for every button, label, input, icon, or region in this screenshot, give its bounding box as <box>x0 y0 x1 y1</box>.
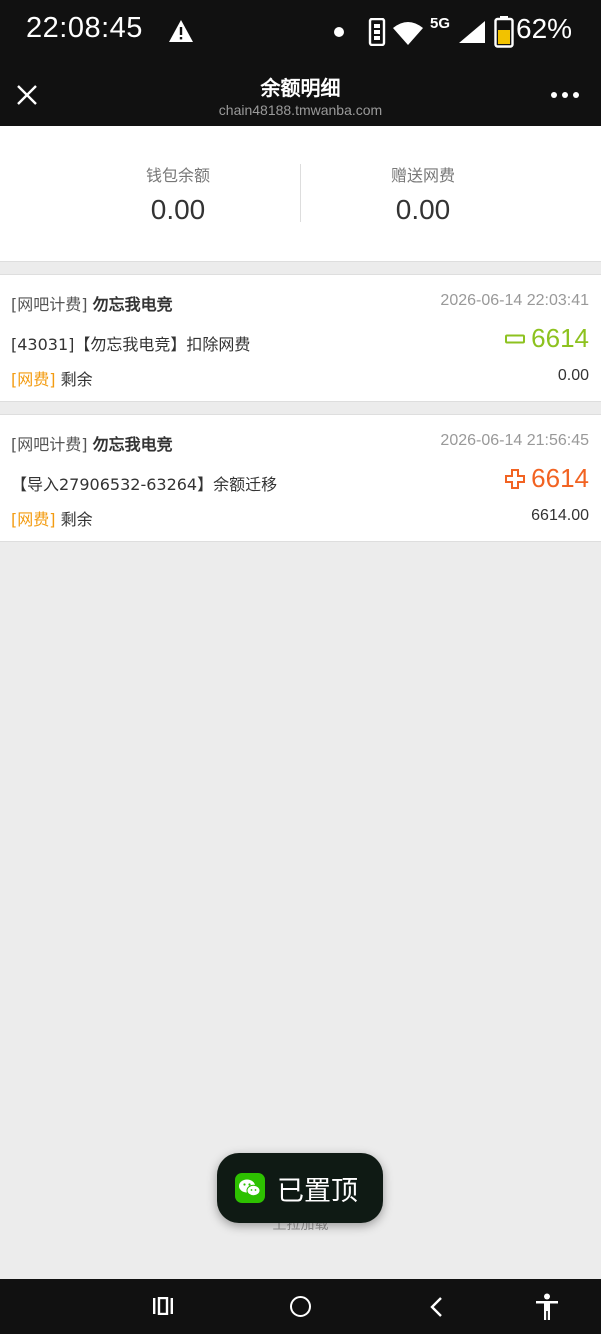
record-amount-value: 6614 <box>531 463 589 493</box>
record-amount: 6614 <box>505 323 589 354</box>
back-icon[interactable] <box>428 1296 444 1318</box>
record-type: [网费] <box>11 370 56 389</box>
battery-icon <box>494 16 514 48</box>
record-time: 2026-06-14 22:03:41 <box>440 292 589 309</box>
page-url: chain48188.tmwanba.com <box>218 102 383 118</box>
page-title: 余额明细 <box>260 76 341 100</box>
more-icon[interactable] <box>550 88 580 102</box>
record-merchant: 勿忘我电竞 <box>92 295 173 314</box>
battery-percent: 62% <box>516 13 573 44</box>
warning-icon <box>169 20 193 42</box>
vibrate-icon <box>368 18 386 46</box>
bonus-balance-label: 赠送网费 <box>390 166 455 185</box>
record-remain: 0.00 <box>557 367 589 384</box>
dot-icon <box>334 27 344 37</box>
system-nav-bar <box>0 1279 601 1334</box>
record-time: 2026-06-14 21:56:45 <box>440 432 589 449</box>
record-item[interactable]: [网吧计费] 勿忘我电竞 2026-06-14 21:56:45 【导入2790… <box>0 414 601 542</box>
record-type: [网费] <box>11 510 56 529</box>
balance-card: 钱包余额 0.00 赠送网费 0.00 <box>0 126 601 262</box>
network-type: 5G <box>430 15 451 32</box>
record-head: [网吧计费] 勿忘我电竞 <box>11 431 173 455</box>
wechat-icon <box>235 1173 265 1203</box>
record-merchant: 勿忘我电竞 <box>92 435 173 454</box>
record-remain-label: 剩余 <box>60 510 93 529</box>
status-time: 22:08:45 <box>26 12 143 44</box>
status-bar: 22:08:45 5G 62% <box>0 0 601 64</box>
record-category: [网吧计费] <box>11 295 88 314</box>
record-category: [网吧计费] <box>11 435 88 454</box>
record-description: 【导入27906532-63264】余额迁移 <box>11 475 278 494</box>
home-icon[interactable] <box>290 1296 311 1317</box>
record-description: [43031]【勿忘我电竞】扣除网费 <box>11 335 251 354</box>
record-remain: 6614.00 <box>531 507 589 524</box>
toast-text: 已置顶 <box>277 1175 358 1207</box>
signal-icon <box>459 21 485 43</box>
recent-apps-icon[interactable] <box>152 1297 174 1315</box>
record-amount: 6614 <box>505 463 589 494</box>
record-tag: [网费] 剩余 <box>11 506 93 530</box>
record-tag: [网费] 剩余 <box>11 366 93 390</box>
bonus-balance: 赠送网费 0.00 <box>273 162 573 226</box>
pinned-toast: 已置顶 <box>217 1153 383 1223</box>
record-head: [网吧计费] 勿忘我电竞 <box>11 291 173 315</box>
bonus-balance-value: 0.00 <box>395 194 451 225</box>
record-amount-value: 6614 <box>531 323 589 353</box>
wifi-icon <box>393 22 423 45</box>
record-item[interactable]: [网吧计费] 勿忘我电竞 2026-06-14 22:03:41 [43031]… <box>0 274 601 402</box>
plus-icon <box>505 468 526 489</box>
title-bar: 余额明细 chain48188.tmwanba.com <box>0 64 601 126</box>
minus-icon <box>505 334 526 343</box>
record-remain-label: 剩余 <box>60 370 93 389</box>
accessibility-icon[interactable] <box>535 1293 559 1321</box>
